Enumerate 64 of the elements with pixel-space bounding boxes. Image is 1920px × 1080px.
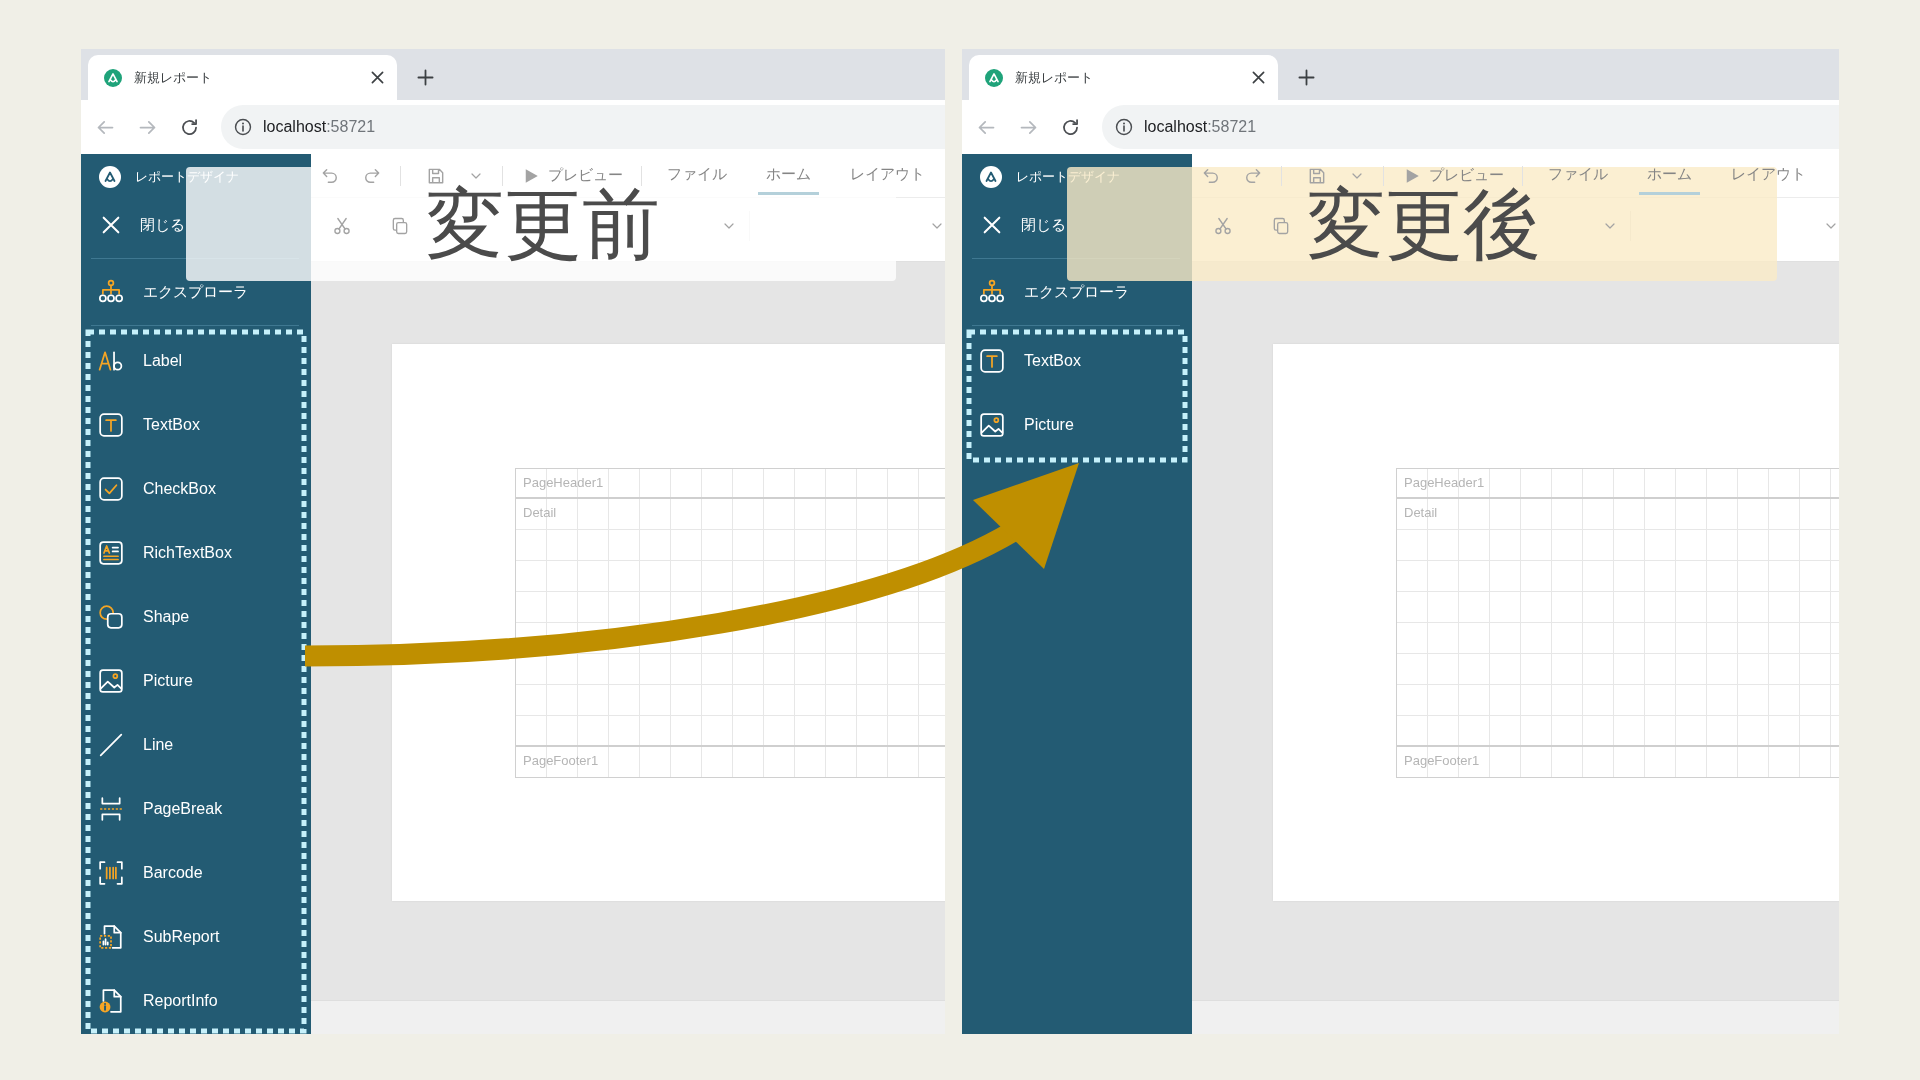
close-button[interactable]: 閉じる <box>962 200 1066 250</box>
band-label: Detail <box>1404 505 1438 520</box>
toolbox-item[interactable]: TextBox <box>81 393 311 457</box>
app-logo-icon <box>980 166 1002 188</box>
band-label: PageFooter1 <box>523 753 599 768</box>
checkbox-icon <box>98 476 124 502</box>
text-box-icon <box>98 412 124 438</box>
band-label: PageFooter1 <box>1404 753 1480 768</box>
url-text: localhost:58721 <box>263 118 376 136</box>
scissors-icon[interactable] <box>332 215 352 236</box>
close-button[interactable]: 閉じる <box>81 200 185 250</box>
barcode-icon <box>98 860 124 886</box>
hierarchy-icon <box>98 279 124 305</box>
toolbox-item[interactable]: Picture <box>81 649 311 713</box>
shapes-icon <box>98 604 124 630</box>
copy-icon[interactable] <box>390 215 410 236</box>
plus-icon[interactable] <box>1298 69 1315 86</box>
toolbox-item[interactable]: CheckBox <box>81 457 311 521</box>
document-info-icon <box>98 988 124 1014</box>
image-icon <box>979 412 1005 438</box>
rich-text-icon <box>98 540 124 566</box>
hierarchy-icon <box>979 279 1005 305</box>
explorer-button[interactable]: エクスプローラ <box>81 279 248 305</box>
toolbox-item[interactable]: Picture <box>962 393 1192 457</box>
band-label: PageHeader1 <box>1404 475 1485 490</box>
document-chart-icon <box>98 924 124 950</box>
toolbox-item[interactable]: RichTextBox <box>81 521 311 585</box>
info-icon[interactable] <box>1115 118 1133 136</box>
info-icon[interactable] <box>234 118 252 136</box>
reload-icon[interactable] <box>1060 116 1081 138</box>
app-logo-icon <box>985 68 1003 87</box>
plus-icon[interactable] <box>417 69 434 86</box>
toolbox-item[interactable]: SubReport <box>81 905 311 969</box>
app-logo-icon <box>104 68 122 87</box>
toolbox-item[interactable]: Line <box>81 713 311 777</box>
toolbox-item[interactable]: Label <box>81 329 311 393</box>
browser-tab[interactable]: 新規レポート <box>88 55 397 100</box>
url-text: localhost:58721 <box>1144 118 1257 136</box>
page-break-icon <box>98 796 124 822</box>
copy-icon[interactable] <box>1271 215 1291 236</box>
toolbox-item[interactable]: TextBox <box>962 329 1192 393</box>
image-icon <box>98 668 124 694</box>
toolbox-item[interactable]: ReportInfo <box>81 969 311 1033</box>
toolbox-item[interactable]: PageBreak <box>81 777 311 841</box>
toolbox-item[interactable]: Barcode <box>81 841 311 905</box>
reload-icon[interactable] <box>179 116 200 138</box>
browser-tab[interactable]: 新規レポート <box>969 55 1278 100</box>
address-bar[interactable]: localhost:58721 <box>221 105 945 149</box>
close-icon[interactable] <box>371 71 384 84</box>
app-logo-icon <box>99 166 121 188</box>
close-icon <box>981 214 1003 236</box>
toolbox-item[interactable]: Shape <box>81 585 311 649</box>
ribbon-tab[interactable]: ファイル <box>659 154 735 195</box>
close-icon[interactable] <box>1252 71 1265 84</box>
scissors-icon[interactable] <box>1213 215 1233 236</box>
explorer-button[interactable]: エクスプローラ <box>962 279 1129 305</box>
band-label: PageHeader1 <box>523 475 604 490</box>
close-icon <box>100 214 122 236</box>
preview-button[interactable]: プレビュー <box>522 166 623 185</box>
line-icon <box>98 732 124 758</box>
text-box-icon <box>979 348 1005 374</box>
band-label: Detail <box>523 505 557 520</box>
ribbon-tab[interactable]: レイアウト <box>842 154 933 195</box>
address-bar[interactable]: localhost:58721 <box>1102 105 1839 149</box>
